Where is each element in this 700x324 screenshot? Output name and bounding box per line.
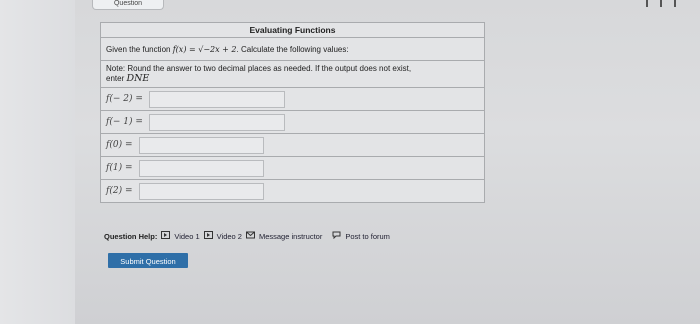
note-line-1: Note: Round the answer to two decimal pl… <box>106 64 412 73</box>
question-tab[interactable]: Question <box>92 0 164 10</box>
function-lhs: f(x) = <box>172 44 199 54</box>
answer-row: f(1) = <box>100 156 485 180</box>
question-table: Evaluating Functions Given the function … <box>100 22 485 203</box>
answer-label: f(2) = <box>106 186 133 197</box>
page-background: Question Evaluating Functions Given the … <box>0 0 700 324</box>
help-label: Question Help: <box>104 231 158 241</box>
note-row: Note: Round the answer to two decimal pl… <box>100 60 485 88</box>
answer-label: f(0) = <box>106 140 133 151</box>
answer-input[interactable] <box>138 159 264 177</box>
answer-input[interactable] <box>149 90 286 108</box>
given-function-row: Given the function f(x) = √−2x + 2. Calc… <box>100 37 485 61</box>
function-rhs: √−2x + 2 <box>198 44 237 54</box>
mail-icon <box>245 231 255 241</box>
answer-row: f(2) = <box>100 179 485 203</box>
forum-icon <box>332 231 341 241</box>
answer-label: f(− 2) = <box>106 94 143 105</box>
video-1-link[interactable]: Video 1 <box>174 232 199 241</box>
video-icon <box>203 231 213 241</box>
answer-input[interactable] <box>149 113 286 131</box>
note-line-2: enter DNE <box>106 74 479 84</box>
note-dne: DNE <box>126 73 150 84</box>
left-margin-shade <box>0 0 75 324</box>
answer-label: f(− 1) = <box>106 117 143 128</box>
answer-input[interactable] <box>138 182 264 200</box>
question-help: Question Help: Video 1 Video 2 Message i… <box>104 231 390 241</box>
answer-row: f(0) = <box>100 133 485 157</box>
answer-row: f(− 1) = <box>100 110 485 134</box>
window-controls <box>646 0 686 8</box>
post-to-forum-link[interactable]: Post to forum <box>345 232 390 241</box>
question-title: Evaluating Functions <box>100 22 485 38</box>
video-icon <box>161 231 171 241</box>
answer-row: f(− 2) = <box>100 87 485 111</box>
given-suffix: . Calculate the following values: <box>236 44 349 54</box>
answer-input[interactable] <box>138 136 264 154</box>
note-enter: enter <box>106 74 125 83</box>
given-prefix: Given the function <box>106 44 171 54</box>
submit-question-button[interactable]: Submit Question <box>108 253 188 268</box>
video-2-link[interactable]: Video 2 <box>217 232 242 241</box>
answer-label: f(1) = <box>106 163 133 174</box>
message-instructor-link[interactable]: Message instructor <box>259 232 322 241</box>
